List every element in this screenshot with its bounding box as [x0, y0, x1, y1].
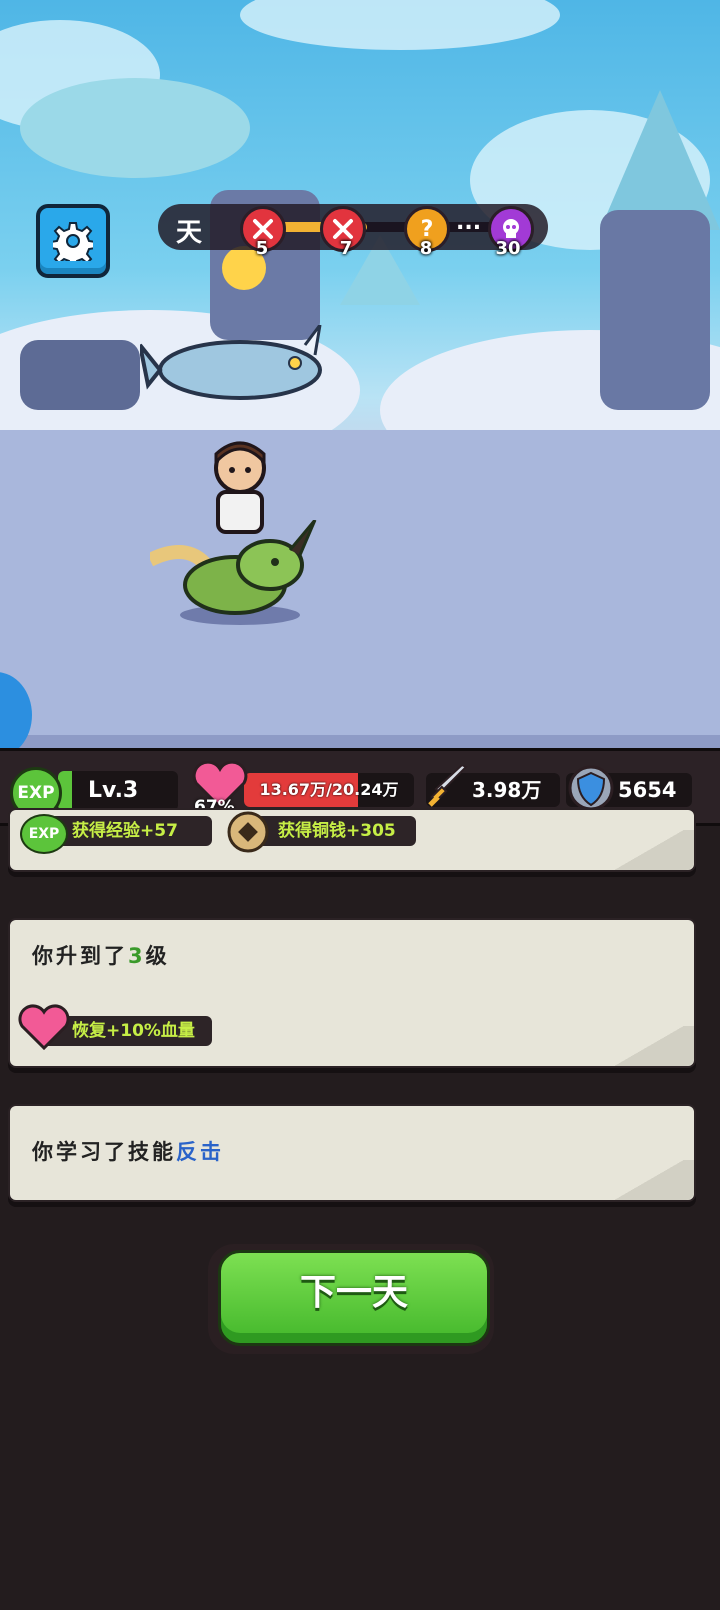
settings-button[interactable] — [36, 204, 110, 278]
spirit-whale-pet — [140, 325, 322, 400]
snowy-tree-canopy — [20, 78, 250, 178]
level-text: Lv.3 — [88, 778, 139, 803]
day-progress-bar: 天 5 7 ? 8 ... 30 — [158, 204, 548, 259]
next-day-button-frame: 下一天 — [208, 1244, 494, 1354]
marker-day-number: 8 — [419, 238, 433, 259]
levelup-panel: 你升到了3级 恢复+10%血量 — [8, 918, 696, 1068]
skill-name[interactable]: 反击 — [176, 1140, 224, 1164]
progress-ellipsis: ... — [456, 210, 482, 235]
exp-icon: EXP — [20, 814, 68, 854]
marker-day-number: 5 — [255, 238, 269, 259]
levelup-suffix: 级 — [145, 944, 170, 968]
exp-icon-label: EXP — [28, 826, 60, 842]
shield-icon — [568, 765, 614, 811]
copper-coin-icon — [227, 811, 269, 853]
skill-prefix: 你学习了技能 — [32, 1140, 176, 1164]
levelup-prefix: 你升到了 — [32, 944, 128, 968]
exp-reward-text: 获得经验+57 — [72, 821, 178, 841]
battle-scene: 天 5 7 ? 8 ... 30 — [0, 0, 720, 765]
heart-icon — [18, 1004, 70, 1050]
defense-value: 5654 — [618, 778, 677, 802]
ground — [0, 430, 720, 750]
marker-day-number: 30 — [495, 238, 521, 259]
coin-reward: 获得铜钱+305 — [250, 816, 416, 846]
skill-message: 你学习了技能反击 — [32, 1136, 224, 1166]
marker-day-number: 7 — [339, 238, 353, 259]
levelup-level: 3 — [128, 944, 146, 968]
rock — [20, 340, 140, 410]
coin-reward-text: 获得铜钱+305 — [278, 821, 396, 841]
cloud — [240, 0, 560, 50]
sword-icon — [428, 765, 468, 807]
skill-panel: 你学习了技能反击 — [8, 1104, 696, 1202]
defense-stat: 5654 — [566, 765, 692, 811]
panel-shade — [604, 830, 694, 870]
exp-label: EXP — [17, 783, 55, 803]
pine-tree — [600, 90, 720, 230]
hero-character — [214, 441, 266, 534]
day-label: 天 — [176, 218, 203, 248]
heal-reward-text: 恢复+10%血量 — [72, 1021, 195, 1041]
attack-stat: 3.98万 — [426, 765, 560, 807]
reward-panel: 获得经验+57 EXP 获得铜钱+305 — [8, 808, 696, 872]
attack-value: 3.98万 — [472, 778, 542, 802]
next-day-button[interactable]: 下一天 — [218, 1250, 490, 1346]
hp-value: 13.67万/20.24万 — [259, 780, 399, 799]
levelup-message: 你升到了3级 — [32, 940, 170, 970]
stone-ruin — [600, 210, 710, 410]
level-box: Lv.3 — [58, 771, 178, 811]
panel-shade — [604, 1026, 694, 1066]
hp-bar: 13.67万/20.24万 — [244, 773, 414, 807]
panel-shade — [604, 1160, 694, 1200]
gear-icon — [53, 222, 93, 261]
